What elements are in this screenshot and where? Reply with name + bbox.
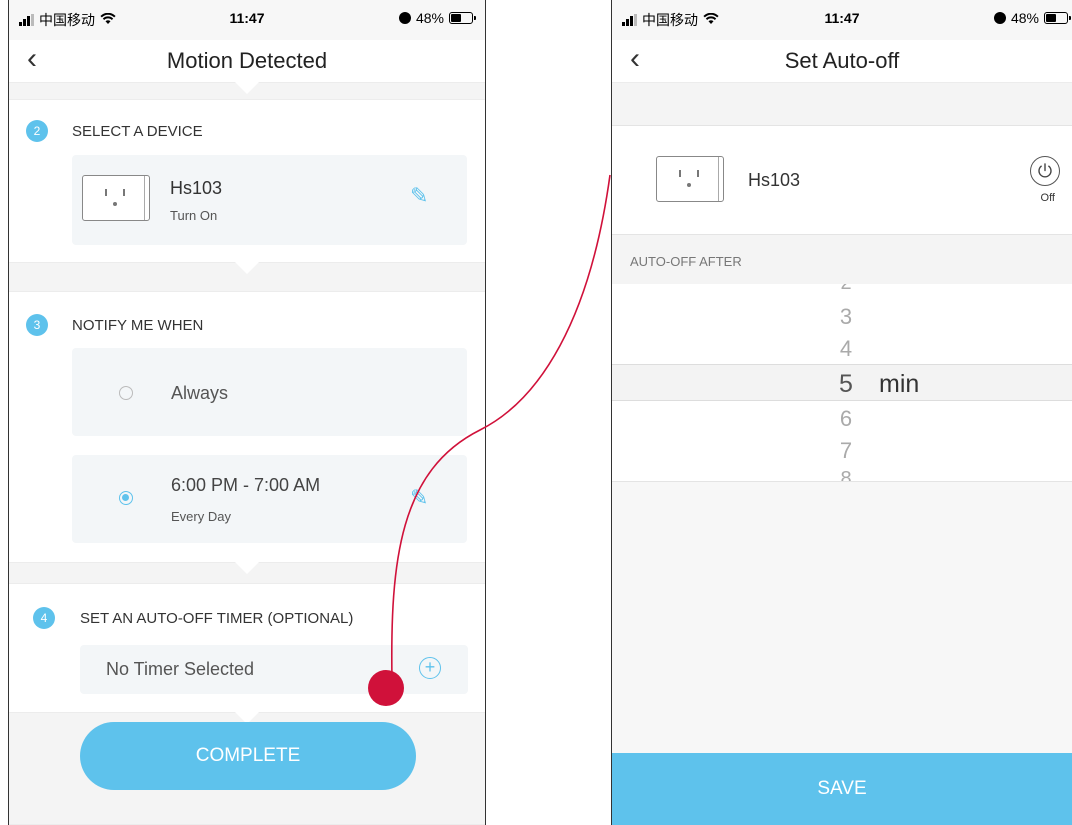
motion-detected-screen: 中国移动 11:47 48% ‹ Motion Detected 2 SELEC… — [8, 0, 486, 825]
device-row: Hs103 — [612, 126, 1072, 234]
edit-device-pencil-icon[interactable]: ✎ — [410, 183, 428, 209]
battery-icon — [1044, 12, 1071, 24]
plug-icon — [656, 156, 724, 202]
save-button[interactable]: SAVE — [612, 753, 1072, 825]
device-card[interactable]: Hs103 Turn On ✎ — [72, 155, 467, 245]
timer-value: No Timer Selected — [106, 659, 255, 679]
radio-schedule[interactable] — [119, 491, 133, 505]
device-name: Hs103 — [748, 170, 801, 190]
section-title: NOTIFY ME WHEN — [72, 317, 204, 334]
spacer — [612, 82, 1072, 126]
step-badge: 2 — [26, 120, 48, 142]
section-label: AUTO-OFF AFTER — [630, 254, 742, 269]
nav-bar: ‹ Motion Detected — [9, 40, 485, 82]
option-schedule[interactable]: 6:00 PM - 7:00 AM Every Day ✎ — [72, 455, 467, 543]
step-badge: 3 — [26, 314, 48, 336]
nav-bar: ‹ Set Auto-off — [612, 40, 1072, 82]
option-sub: Every Day — [171, 509, 231, 524]
page-title: Set Auto-off — [784, 48, 900, 73]
option-label: Always — [171, 383, 229, 403]
alarm-icon — [398, 12, 411, 24]
set-auto-off-screen: 中国移动 11:47 48% ‹ Set Auto-off Hs103 Off … — [611, 0, 1072, 825]
section-title: SELECT A DEVICE — [72, 123, 203, 140]
notify-section: 3 NOTIFY ME WHEN Always 6:00 PM - 7:00 A… — [9, 292, 485, 562]
timer-section: 4 SET AN AUTO-OFF TIMER (OPTIONAL) No Ti… — [9, 584, 485, 712]
section-divider — [9, 562, 485, 584]
status-bar: 中国移动 11:47 48% — [9, 0, 485, 40]
battery-percent: 48% — [415, 10, 444, 26]
picker-unit: min — [879, 370, 920, 398]
radio-always[interactable] — [119, 386, 133, 400]
section-divider — [9, 262, 485, 292]
power-state-label: Off — [1040, 192, 1055, 204]
composite-screenshot: 中国移动 11:47 48% ‹ Motion Detected 2 SELEC… — [0, 0, 1072, 825]
section-title: SET AN AUTO-OFF TIMER (OPTIONAL) — [80, 610, 354, 627]
page-title: Motion Detected — [166, 48, 328, 73]
minute-picker[interactable]: 2 3 4 5 min 6 7 8 — [612, 284, 1072, 482]
timer-selector[interactable]: No Timer Selected + — [80, 645, 468, 694]
step-badge: 4 — [33, 607, 55, 629]
battery-percent: 48% — [1010, 10, 1039, 26]
device-name: Hs103 — [170, 178, 223, 198]
auto-off-header: AUTO-OFF AFTER — [612, 234, 1072, 284]
add-timer-plus-icon[interactable]: + — [419, 657, 441, 679]
option-always[interactable]: Always — [72, 348, 467, 436]
status-bar: 中国移动 11:47 48% — [612, 0, 1072, 40]
select-device-section: 2 SELECT A DEVICE Hs103 Turn On ✎ — [9, 100, 485, 262]
battery-icon — [449, 12, 476, 24]
device-action: Turn On — [170, 208, 218, 223]
empty-area — [612, 482, 1072, 753]
power-button[interactable] — [1030, 156, 1060, 186]
alarm-icon — [993, 12, 1006, 24]
edit-schedule-pencil-icon[interactable]: ✎ — [410, 485, 428, 511]
option-label: 6:00 PM - 7:00 AM — [171, 475, 321, 495]
power-icon — [1038, 163, 1052, 178]
complete-button[interactable]: COMPLETE — [80, 722, 416, 790]
section-divider — [9, 82, 485, 100]
plug-icon — [82, 175, 150, 221]
